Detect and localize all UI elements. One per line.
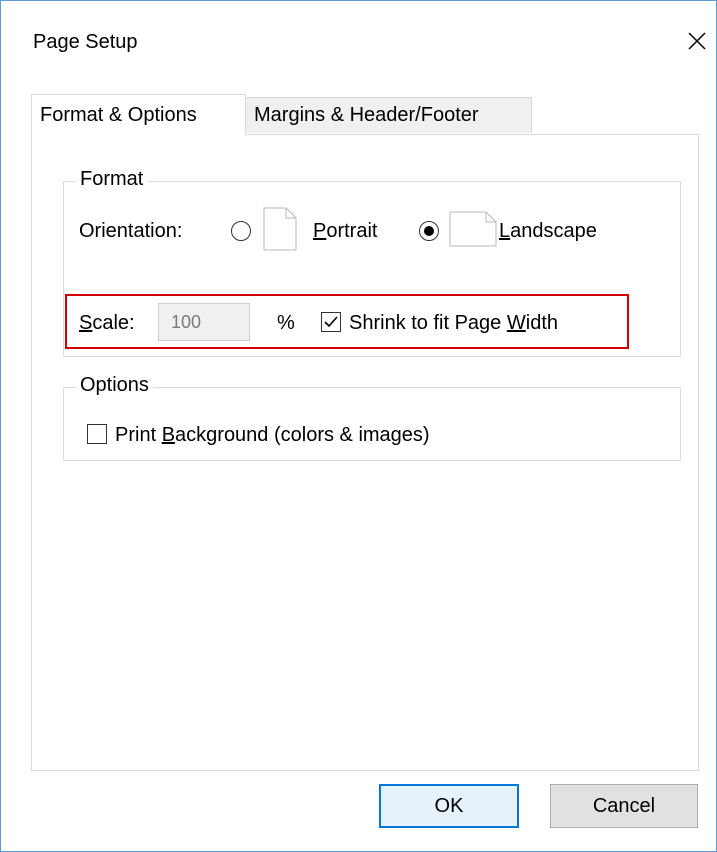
portrait-page-icon xyxy=(263,207,297,251)
print-bg-label-pre: Print xyxy=(115,424,162,446)
print-bg-label-mnemonic: B xyxy=(161,424,176,446)
close-button[interactable] xyxy=(681,23,713,59)
tab-format-options[interactable]: Format & Options xyxy=(31,94,246,135)
print-background-label: Print Background (colors & images) xyxy=(115,424,430,447)
portrait-radio[interactable] xyxy=(231,221,251,241)
tab-margins-header-footer[interactable]: Margins & Header/Footer xyxy=(245,97,532,133)
shrink-label-post: idth xyxy=(525,312,559,334)
shrink-to-fit-option[interactable]: Shrink to fit Page Width xyxy=(321,307,611,339)
portrait-label-mnemonic: P xyxy=(313,220,327,242)
print-background-option[interactable]: Print Background (colors & images) xyxy=(87,419,507,451)
scale-label-mnemonic: S xyxy=(79,312,93,334)
portrait-label-post: ortrait xyxy=(326,220,378,242)
shrink-to-fit-label: Shrink to fit Page Width xyxy=(349,312,558,335)
portrait-label: Portrait xyxy=(313,220,377,243)
shrink-label-pre: Shrink to fit Page xyxy=(349,312,507,334)
scale-label: Scale: xyxy=(79,312,135,335)
tab-margins-label: Margins & Header/Footer xyxy=(254,104,479,126)
print-bg-label-post: ackground (colors & images) xyxy=(175,424,430,446)
shrink-to-fit-checkbox[interactable] xyxy=(321,312,341,332)
options-group-legend: Options xyxy=(76,374,153,397)
percent-label: % xyxy=(277,312,295,334)
shrink-label-mnemonic: W xyxy=(506,312,526,334)
close-icon xyxy=(688,32,706,50)
landscape-option[interactable]: Landscape xyxy=(419,211,619,252)
landscape-radio[interactable] xyxy=(419,221,439,241)
tab-format-options-label: Format & Options xyxy=(40,103,197,126)
orientation-label: Orientation: xyxy=(79,220,183,242)
scale-label-post: cale: xyxy=(92,312,135,334)
landscape-label-mnemonic: L xyxy=(499,220,511,242)
landscape-label-post: andscape xyxy=(510,220,597,242)
landscape-page-icon xyxy=(449,211,497,247)
portrait-option[interactable]: Portrait xyxy=(231,207,381,252)
page-setup-dialog: Page Setup Format & Options Margins & He… xyxy=(0,0,717,852)
format-group-legend: Format xyxy=(76,168,148,191)
landscape-radio-dot xyxy=(424,226,434,236)
ok-button[interactable]: OK xyxy=(379,784,519,828)
cancel-button[interactable]: Cancel xyxy=(550,784,698,828)
dialog-title: Page Setup xyxy=(33,31,138,53)
tab-strip: Format & Options Margins & Header/Footer xyxy=(31,94,532,135)
checkmark-icon xyxy=(324,316,338,328)
scale-input[interactable]: 100 xyxy=(158,303,250,341)
print-background-checkbox[interactable] xyxy=(87,424,107,444)
landscape-label: Landscape xyxy=(499,220,597,243)
